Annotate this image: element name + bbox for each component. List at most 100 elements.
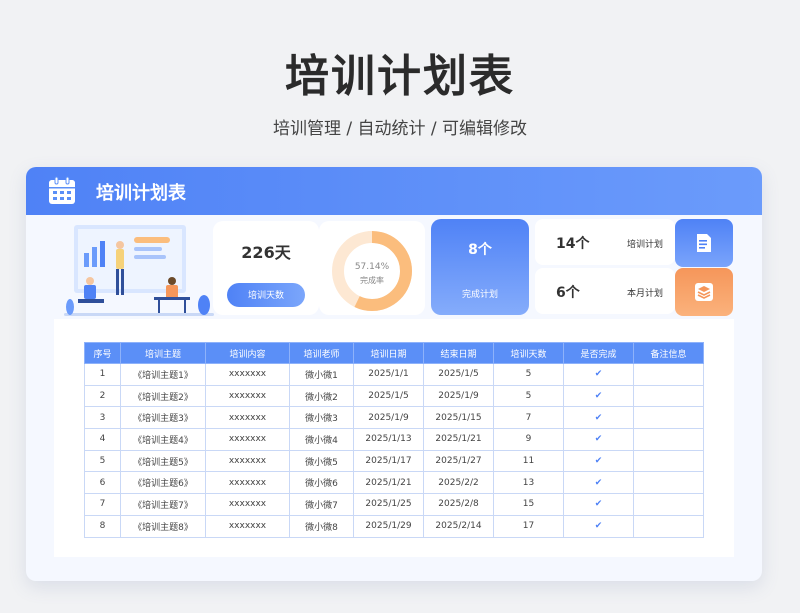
- table-row[interactable]: 5 《培训主题5》 xxxxxxx 微小微5 2025/1/17 2025/1/27 11 ✔: [84, 449, 704, 473]
- training-plans-row: 14个 培训计划: [535, 219, 675, 265]
- table-cell: xxxxxxx: [205, 384, 290, 408]
- table-cell: xxxxxxx: [205, 363, 290, 386]
- table-cell: 5: [493, 384, 564, 408]
- table-cell: 15: [493, 493, 564, 516]
- table-cell: 微小微8: [289, 514, 354, 538]
- table-cell: 5: [493, 363, 564, 386]
- table-cell: 7: [84, 493, 121, 516]
- check-icon: ✔: [563, 428, 634, 451]
- table-header-row: 序号 培训主题 培训内容 培训老师 培训日期 结束日期 培训天数 是否完成 备注信息: [84, 342, 704, 364]
- column-header: 培训内容: [205, 342, 290, 364]
- column-header: 结束日期: [423, 342, 494, 364]
- monthly-plans-row: 6个 本月计划: [535, 268, 675, 314]
- check-icon: ✔: [563, 514, 634, 538]
- monthly-plans-label: 本月计划: [627, 289, 664, 299]
- training-table: 序号 培训主题 培训内容 培训老师 培训日期 结束日期 培训天数 是否完成 备注信息 1 《培训主…: [84, 342, 704, 538]
- table-cell: 7: [493, 406, 564, 430]
- table-cell: 2025/1/9: [423, 384, 494, 408]
- table-cell: 《培训主题3》: [120, 406, 206, 430]
- table-cell: 6: [84, 471, 121, 495]
- completed-plans-value: 8个: [468, 242, 492, 258]
- table-cell: 微小微2: [289, 384, 354, 408]
- table-cell: 2025/2/8: [423, 493, 494, 516]
- table-cell: xxxxxxx: [205, 514, 290, 538]
- card-header: 培训计划表: [26, 167, 762, 215]
- table-cell: xxxxxxx: [205, 471, 290, 495]
- document-icon: [697, 234, 711, 252]
- table-row[interactable]: 3 《培训主题3》 xxxxxxx 微小微3 2025/1/9 2025/1/15 7 ✔: [84, 406, 704, 430]
- table-cell: 微小微4: [289, 428, 354, 451]
- table-cell: 2025/2/2: [423, 471, 494, 495]
- table-row[interactable]: 1 《培训主题1》 xxxxxxx 微小微1 2025/1/1 2025/1/5 5 ✔: [84, 363, 704, 386]
- table-cell: 《培训主题5》: [120, 449, 206, 473]
- column-header: 备注信息: [633, 342, 704, 364]
- table-cell: 微小微5: [289, 449, 354, 473]
- table-body: 1 《培训主题1》 xxxxxxx 微小微1 2025/1/1 2025/1/5 5 ✔ 2 《培…: [84, 363, 704, 538]
- table-cell: 2025/1/21: [353, 471, 424, 495]
- column-header: 序号: [84, 342, 121, 364]
- plan-tile: [675, 219, 733, 267]
- training-plans-value: 14个: [556, 236, 590, 252]
- completed-plans-card: 8个 完成计划: [431, 219, 529, 315]
- table-cell: 微小微3: [289, 406, 354, 430]
- table-row[interactable]: 7 《培训主题7》 xxxxxxx 微小微7 2025/1/25 2025/2/8 15 ✔: [84, 493, 704, 516]
- table-cell: 《培训主题2》: [120, 384, 206, 408]
- completion-donut: 57.14% 完成率: [332, 231, 412, 311]
- training-days-button[interactable]: 培训天数: [227, 283, 305, 307]
- completion-rate-card: 57.14% 完成率: [319, 221, 425, 315]
- table-cell: 2025/1/5: [423, 363, 494, 386]
- table-cell: 2025/1/15: [423, 406, 494, 430]
- check-icon: ✔: [563, 493, 634, 516]
- table-cell: 2025/1/9: [353, 406, 424, 430]
- check-icon: ✔: [563, 449, 634, 473]
- table-cell: [633, 384, 704, 408]
- monthly-plans-value: 6个: [556, 285, 580, 301]
- table-cell: 2025/1/17: [353, 449, 424, 473]
- column-header: 培训老师: [289, 342, 354, 364]
- table-cell: 《培训主题8》: [120, 514, 206, 538]
- table-cell: 2025/1/13: [353, 428, 424, 451]
- table-cell: 3: [84, 406, 121, 430]
- table-cell: 17: [493, 514, 564, 538]
- table-cell: 2025/2/14: [423, 514, 494, 538]
- table-cell: 《培训主题1》: [120, 363, 206, 386]
- table-row[interactable]: 6 《培训主题6》 xxxxxxx 微小微6 2025/1/21 2025/2/2 13 ✔: [84, 471, 704, 495]
- table-cell: 微小微6: [289, 471, 354, 495]
- layers-icon: [695, 283, 713, 301]
- table-cell: 8: [84, 514, 121, 538]
- training-card: 培训计划表 226天 培训天数 57.14% 完成率 8个 完成计划 14个 培…: [26, 167, 762, 581]
- column-header: 培训日期: [353, 342, 424, 364]
- table-cell: 微小微1: [289, 363, 354, 386]
- page-title: 培训计划表: [285, 51, 515, 102]
- completed-plans-label: 完成计划: [461, 290, 498, 300]
- column-header: 培训主题: [120, 342, 206, 364]
- card-title: 培训计划表: [96, 183, 186, 204]
- table-cell: 1: [84, 363, 121, 386]
- table-cell: 2025/1/5: [353, 384, 424, 408]
- table-cell: 2025/1/27: [423, 449, 494, 473]
- month-tile: [675, 268, 733, 316]
- page-subtitle: 培训管理 / 自动统计 / 可编辑修改: [272, 119, 528, 139]
- donut-percent: 57.14%: [355, 262, 390, 272]
- column-header: 是否完成: [563, 342, 634, 364]
- table-cell: 4: [84, 428, 121, 451]
- check-icon: ✔: [563, 384, 634, 408]
- column-header: 培训天数: [493, 342, 564, 364]
- table-panel: 序号 培训主题 培训内容 培训老师 培训日期 结束日期 培训天数 是否完成 备注信息 1 《培训主…: [54, 319, 734, 557]
- table-row[interactable]: 8 《培训主题8》 xxxxxxx 微小微8 2025/1/29 2025/2/14 17 ✔: [84, 514, 704, 538]
- table-cell: 2: [84, 384, 121, 408]
- table-cell: xxxxxxx: [205, 449, 290, 473]
- calendar-icon: [49, 176, 75, 204]
- table-cell: 5: [84, 449, 121, 473]
- table-cell: 《培训主题4》: [120, 428, 206, 451]
- table-cell: [633, 449, 704, 473]
- table-cell: 2025/1/29: [353, 514, 424, 538]
- table-cell: [633, 363, 704, 386]
- table-cell: [633, 428, 704, 451]
- table-cell: [633, 406, 704, 430]
- table-row[interactable]: 2 《培训主题2》 xxxxxxx 微小微2 2025/1/5 2025/1/9 5 ✔: [84, 384, 704, 408]
- table-cell: 9: [493, 428, 564, 451]
- table-cell: 微小微7: [289, 493, 354, 516]
- donut-label: 完成率: [360, 275, 384, 285]
- table-row[interactable]: 4 《培训主题4》 xxxxxxx 微小微4 2025/1/13 2025/1/21 9 ✔: [84, 428, 704, 451]
